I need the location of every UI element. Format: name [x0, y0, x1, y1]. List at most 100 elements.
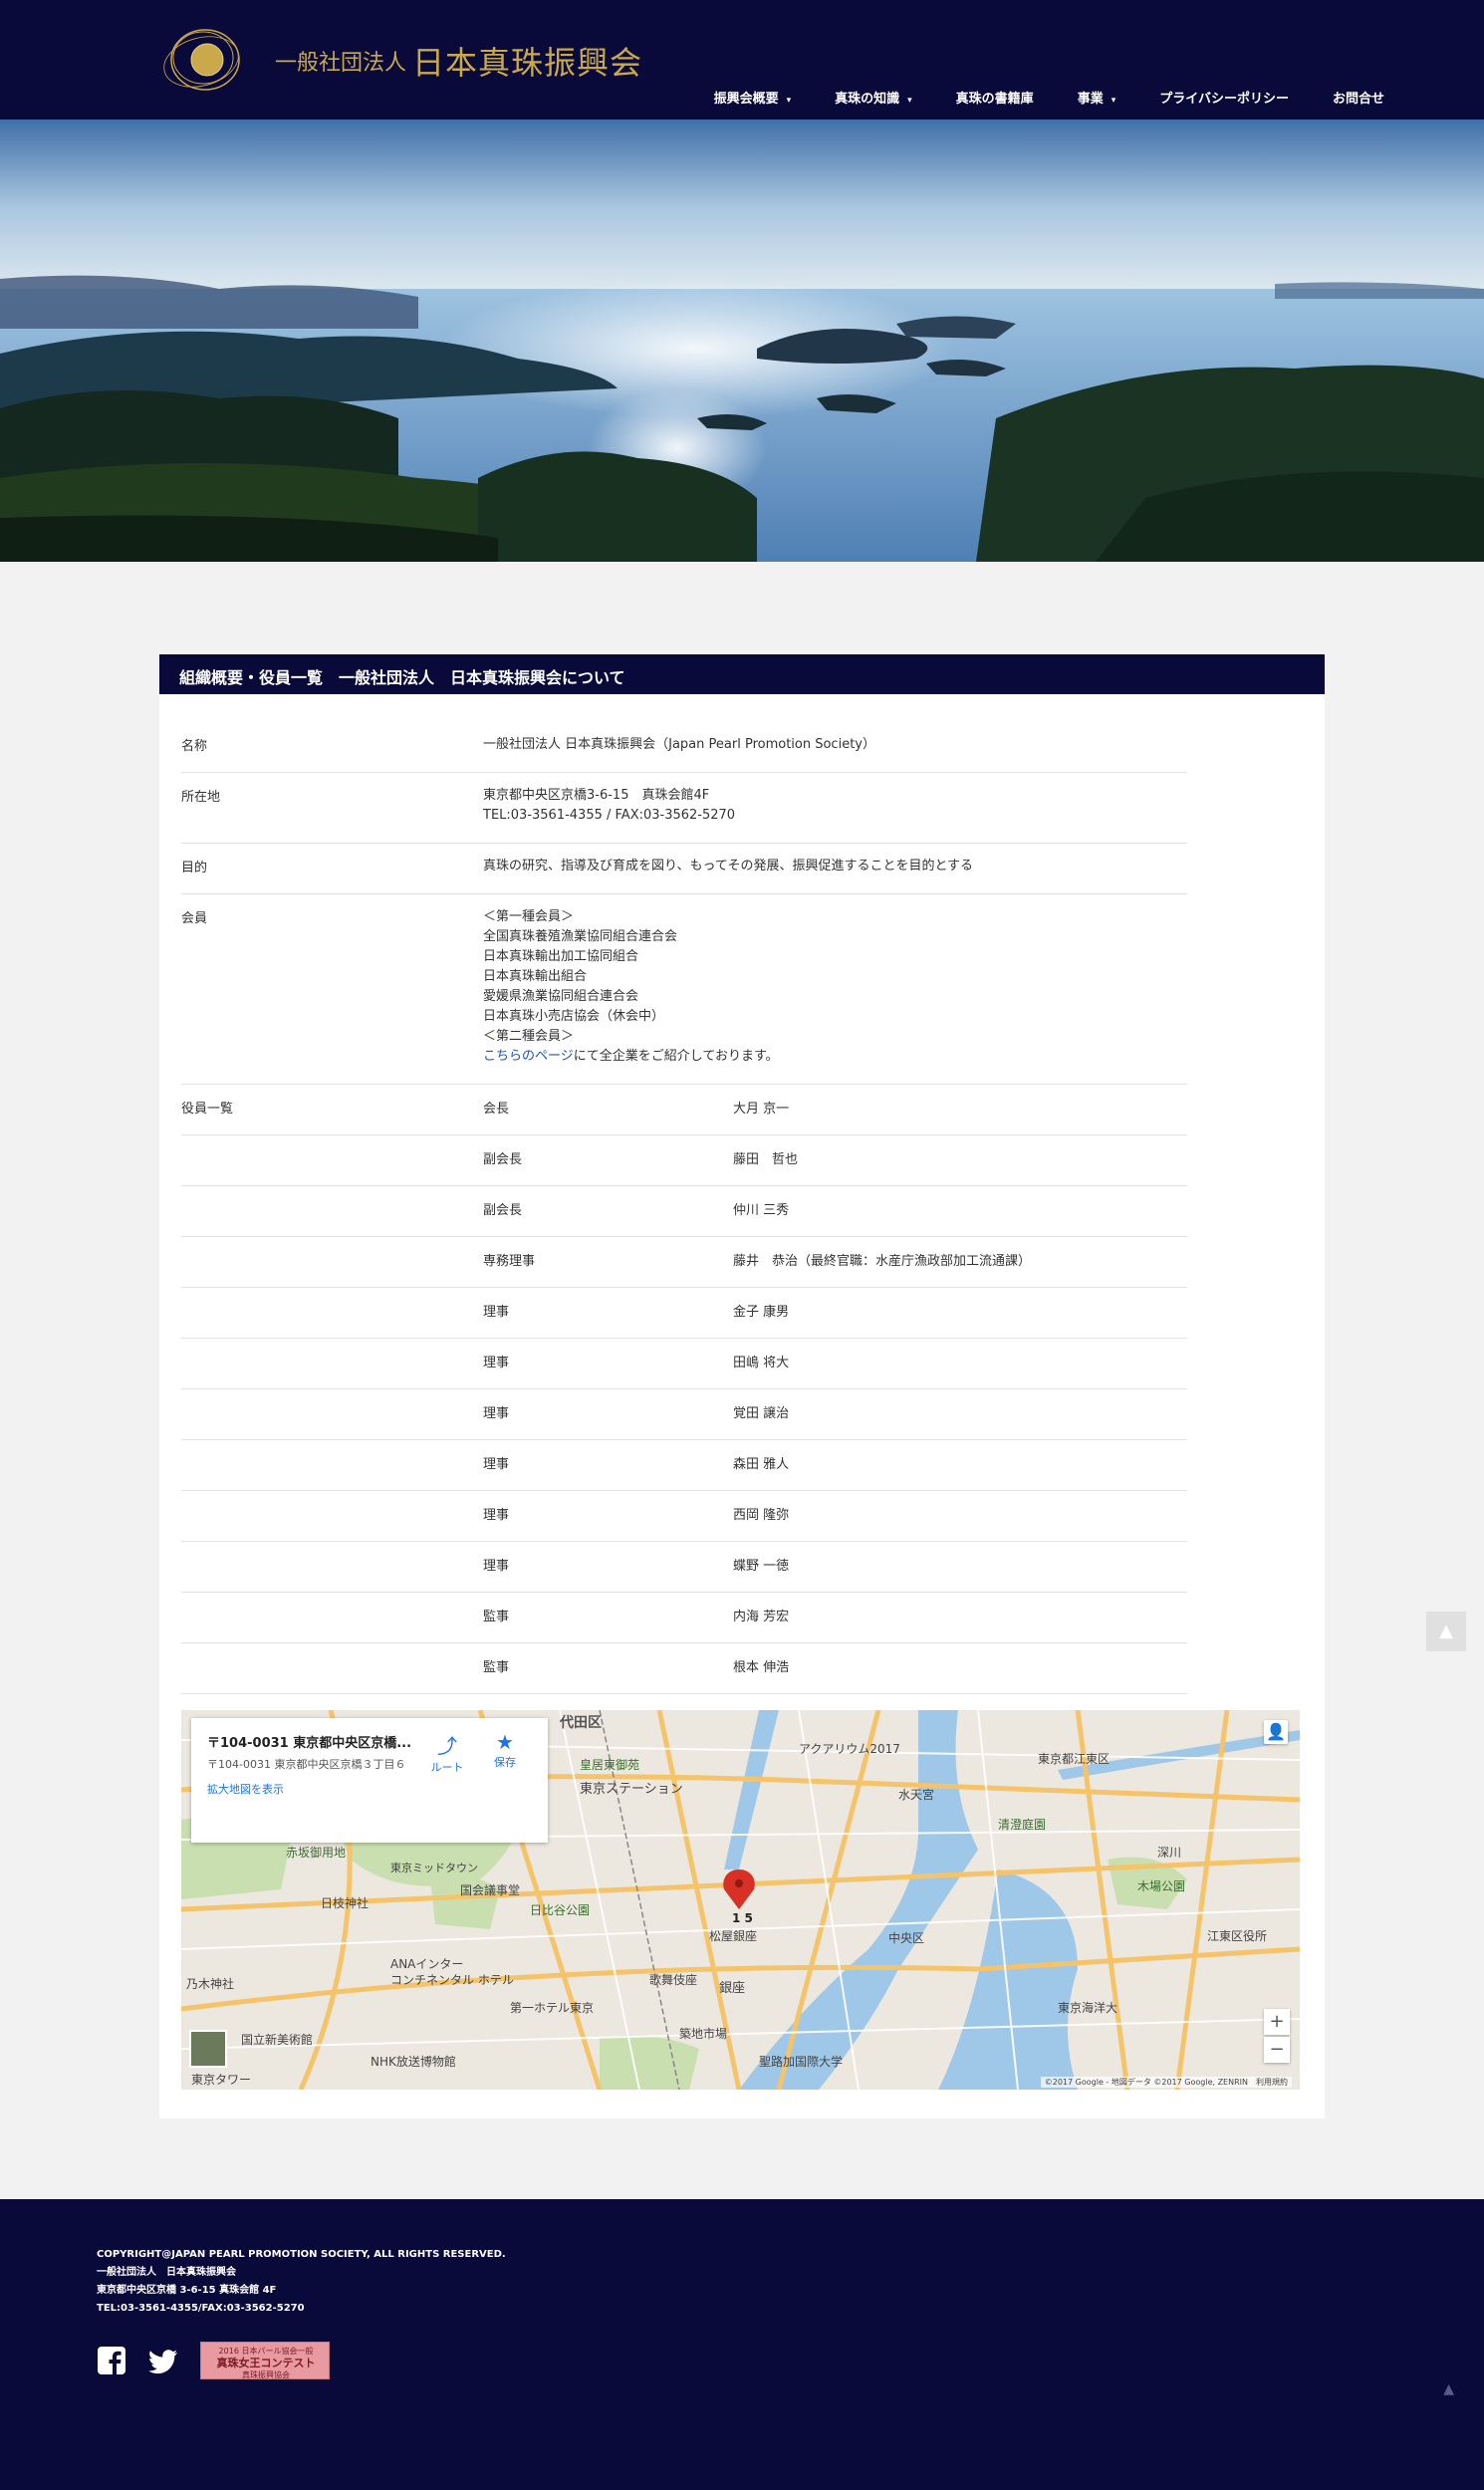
officer-name: 仲川 三秀 — [733, 1203, 790, 1218]
nav-about-label: 振興会概要 — [713, 92, 779, 107]
footer-tel: TEL:03-3561-4355/FAX:03-3562-5270 — [97, 2303, 305, 2314]
info-row-purpose: 目的 真珠の研究、指導及び育成を図り、もってその発展、振興促進することを目的とす… — [181, 844, 1187, 894]
star-icon: ★ — [496, 1730, 514, 1754]
scroll-top-button[interactable]: ▲ — [1426, 1612, 1466, 1651]
table-row: 副会長 仲川 三秀 — [181, 1186, 1187, 1237]
info-label: 役員一覧 — [181, 1102, 234, 1117]
map-label: コンチネンタル ホテル — [390, 1973, 514, 1987]
map-label: 聖路加国際大学 — [759, 2055, 844, 2069]
info-label: 所在地 — [181, 790, 221, 805]
map-label: 東京タワー — [191, 2073, 252, 2087]
table-row: 監事 根本 伸浩 — [181, 1643, 1187, 1694]
nav-projects-label: 事業 — [1077, 92, 1104, 107]
map-label: 東京ミッドタウン — [390, 1862, 478, 1874]
officer-name: 藤井 恭治（最終官職：水産庁漁政部加工流通課） — [733, 1254, 1032, 1269]
save-label: 保存 — [494, 1756, 516, 1769]
map-label: 国会議事堂 — [460, 1883, 521, 1897]
nav-privacy-label: プライバシーポリシー — [1159, 92, 1289, 107]
officer-role: 理事 — [483, 1508, 510, 1523]
hero-image — [0, 120, 1484, 562]
map-label: ANAインター — [390, 1957, 464, 1971]
members-page-link[interactable]: こちらのページ — [483, 1049, 574, 1064]
map-label: 銀座 — [719, 1981, 746, 1996]
info-table: 名称 一般社団法人 日本真珠振興会（Japan Pearl Promotion … — [181, 722, 1187, 1694]
map-label: 江東区役所 — [1207, 1929, 1268, 1943]
table-row: 理事 金子 康男 — [181, 1288, 1187, 1339]
officer-role: 監事 — [483, 1610, 510, 1624]
zoom-out-button[interactable]: − — [1264, 2037, 1290, 2063]
map-info-card: 〒104-0031 東京都中央区京橋... 〒104-0031 東京都中央区京橋… — [191, 1718, 548, 1843]
footer-copyright: COPYRIGHT@JAPAN PEARL PROMOTION SOCIETY,… — [97, 2249, 506, 2260]
map-label: 東京ステーション — [580, 1782, 683, 1797]
map-label: 赤坂御用地 — [286, 1846, 347, 1860]
site-logo[interactable]: 一般社団法人 日本真珠振興会 — [157, 20, 655, 100]
zoom-in-button[interactable]: + — [1264, 2009, 1290, 2035]
chevron-down-icon: ▾ — [907, 96, 912, 106]
officer-role: 専務理事 — [483, 1254, 536, 1269]
members-link-line: こちらのページにて全企業をご紹介しております。 — [483, 1047, 1187, 1067]
list-item: ＜第二種会員＞ — [483, 1029, 575, 1044]
table-row: 理事 田嶋 将大 — [181, 1339, 1187, 1389]
arrow-up-icon: ▲ — [1439, 1620, 1453, 1641]
banner-line: 真珠振興協会 — [242, 2370, 290, 2379]
route-label: ルート — [430, 1761, 464, 1774]
route-button[interactable]: ⤴ ルート — [422, 1730, 472, 1775]
officer-role: 理事 — [483, 1305, 510, 1320]
table-row: 理事 西岡 隆弥 — [181, 1491, 1187, 1542]
satellite-toggle[interactable] — [189, 2030, 227, 2068]
officer-name: 森田 雅人 — [733, 1457, 790, 1472]
map-label: 築地市場 — [679, 2027, 728, 2041]
social-links: 2016 日本パール協会一般 真珠女王コンテスト 真珠振興協会 — [97, 2342, 330, 2379]
table-row: 専務理事 藤井 恭治（最終官職：水産庁漁政部加工流通課） — [181, 1237, 1187, 1288]
logo-text: 一般社団法人 日本真珠振興会 — [275, 38, 642, 84]
officer-name: 根本 伸浩 — [733, 1660, 790, 1675]
officer-role: 副会長 — [483, 1152, 523, 1167]
facebook-icon[interactable] — [97, 2346, 126, 2375]
banner-line: 真珠女王コンテスト — [216, 2357, 316, 2369]
nav-privacy[interactable]: プライバシーポリシー — [1159, 88, 1289, 107]
table-row: 役員一覧 会長 大月 京一 — [181, 1085, 1187, 1135]
list-item: 日本真珠輸出加工協同組合 — [483, 949, 639, 964]
info-label: 会員 — [181, 911, 208, 926]
google-map[interactable]: 代田区 皇居東御苑 東京ステーション 日比谷公園 国会議事堂 日枝神社 赤坂御用… — [181, 1710, 1300, 2090]
info-value: 東京都中央区京橋3-6-15 真珠会館4F TEL:03-3561-4355 /… — [483, 773, 1187, 839]
enlarge-map-link[interactable]: 拡大地図を表示 — [207, 1781, 532, 1797]
officer-name: 金子 康男 — [733, 1305, 790, 1320]
officer-role: 会長 — [483, 1102, 510, 1117]
map-label: 歌舞伎座 — [649, 1973, 698, 1987]
officer-name: 田嶋 将大 — [733, 1356, 790, 1370]
map-label: 代田区 — [560, 1715, 602, 1731]
info-row-members: 会員 ＜第一種会員＞ 全国真珠養殖漁業協同組合連合会 日本真珠輸出加工協同組合 … — [181, 894, 1187, 1085]
save-button[interactable]: ★ 保存 — [480, 1730, 530, 1770]
twitter-icon[interactable] — [148, 2346, 178, 2375]
map-card-address: 〒104-0031 東京都中央区京橋３丁目６ — [207, 1758, 406, 1771]
address-line: 東京都中央区京橋3-6-15 真珠会館4F — [483, 788, 710, 803]
nav-about[interactable]: 振興会概要 ▾ — [714, 88, 792, 107]
list-item: 日本真珠小売店協会（休会中） — [483, 1009, 665, 1024]
officer-role: 理事 — [483, 1457, 510, 1472]
nav-library[interactable]: 真珠の書籍庫 — [956, 88, 1034, 107]
nav-knowledge[interactable]: 真珠の知識 ▾ — [835, 88, 912, 107]
footer-address: 東京都中央区京橋 3-6-15 真珠会館 4F — [97, 2285, 277, 2296]
logo-big-text: 日本真珠振興会 — [412, 44, 643, 82]
info-row-address: 所在地 東京都中央区京橋3-6-15 真珠会館4F TEL:03-3561-43… — [181, 773, 1187, 844]
officer-role: 副会長 — [483, 1203, 523, 1218]
info-label: 名称 — [181, 739, 208, 754]
nav-contact[interactable]: お問合せ — [1333, 88, 1384, 107]
list-item: 愛媛県漁業協同組合連合会 — [483, 989, 639, 1004]
list-item: ＜第一種会員＞ — [483, 909, 575, 924]
footer-scroll-top-icon[interactable]: ▲ — [1443, 2381, 1454, 2397]
table-row: 理事 蝶野 一徳 — [181, 1542, 1187, 1593]
footer-info: COPYRIGHT@JAPAN PEARL PROMOTION SOCIETY,… — [97, 2246, 506, 2318]
pearl-contest-banner[interactable]: 2016 日本パール協会一般 真珠女王コンテスト 真珠振興協会 — [200, 2342, 330, 2379]
chevron-down-icon: ▾ — [1111, 96, 1116, 106]
street-view-pegman-icon[interactable]: 👤 — [1264, 1720, 1288, 1744]
map-label: 日比谷公園 — [530, 1903, 591, 1917]
info-label: 目的 — [181, 861, 208, 875]
officer-role: 理事 — [483, 1356, 510, 1370]
info-value: 一般社団法人 日本真珠振興会（Japan Pearl Promotion Soc… — [483, 737, 875, 752]
nav-projects[interactable]: 事業 ▾ — [1078, 88, 1116, 107]
officer-name: 内海 芳宏 — [733, 1610, 790, 1624]
table-row: 理事 森田 雅人 — [181, 1440, 1187, 1491]
info-value: 真珠の研究、指導及び育成を図り、もってその発展、振興促進することを目的とする — [483, 859, 974, 873]
